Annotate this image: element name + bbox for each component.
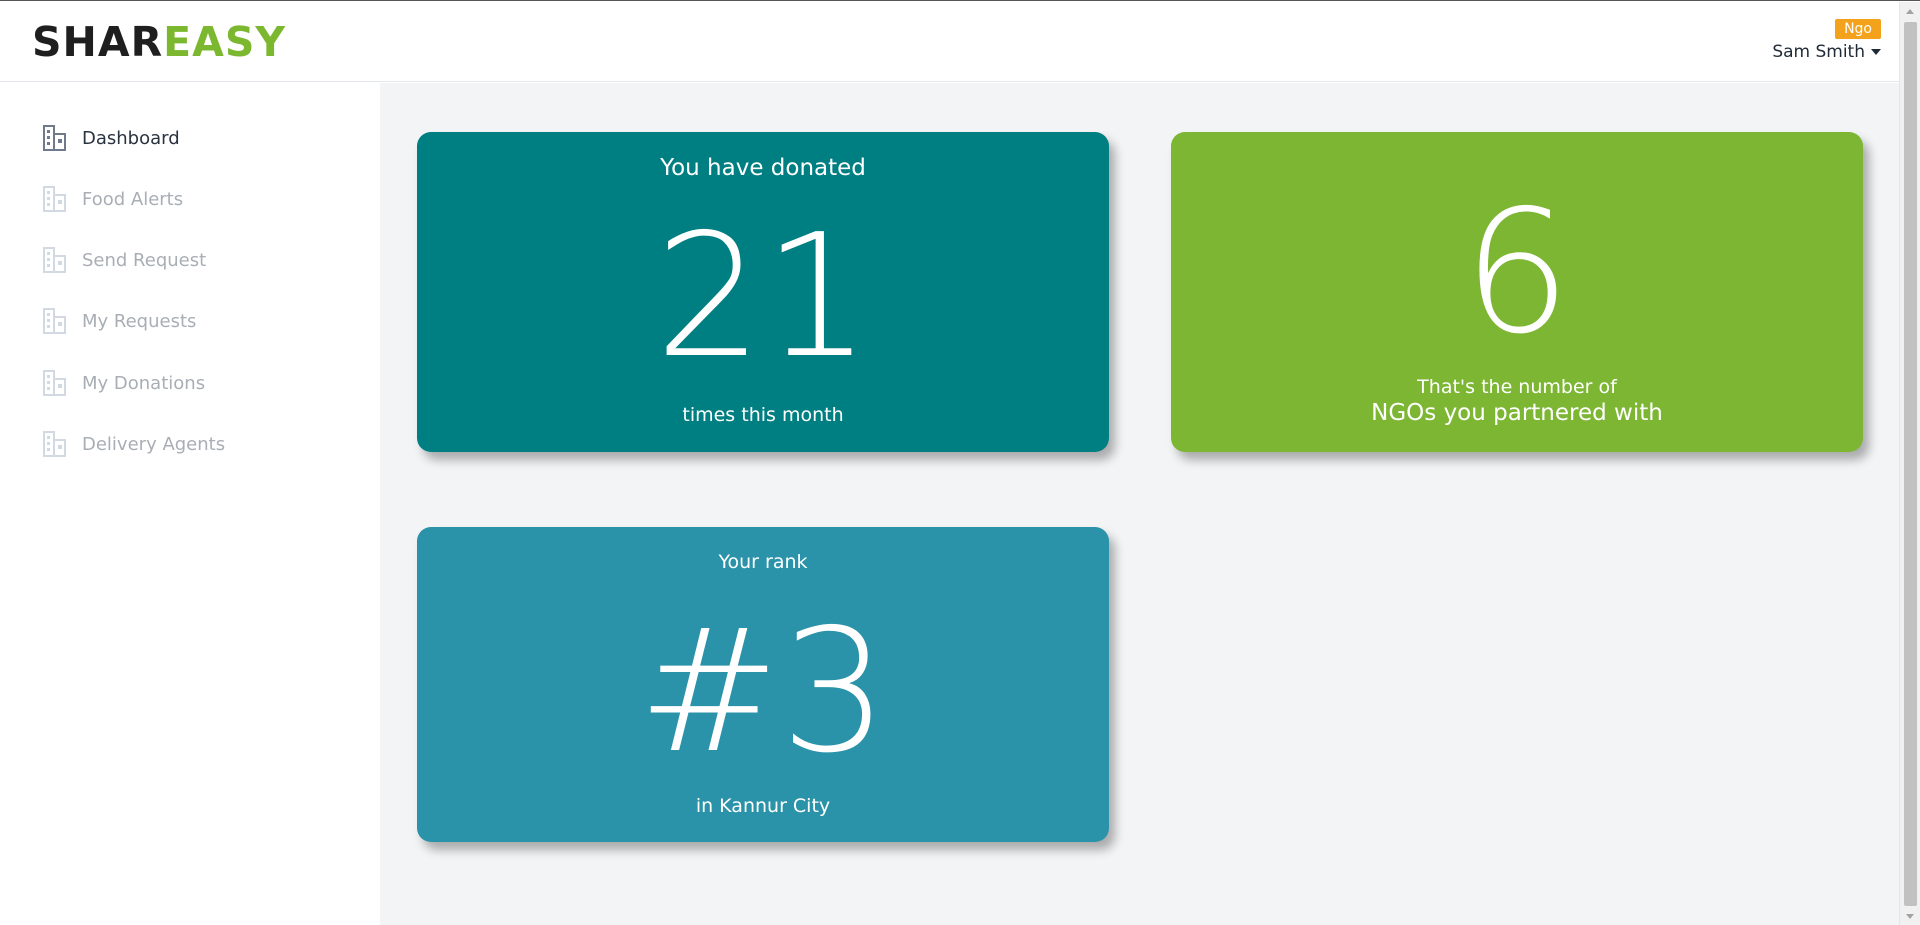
rank-value: #3: [637, 593, 889, 791]
donations-card-heading: You have donated: [660, 155, 866, 181]
vertical-scrollbar[interactable]: [1899, 2, 1920, 925]
rank-card-caption: in Kannur City: [695, 795, 831, 817]
user-menu-toggle[interactable]: Sam Smith: [1772, 42, 1881, 62]
donations-card: You have donated 21 times this month: [417, 132, 1109, 452]
rank-card-heading: Your rank: [718, 551, 808, 573]
partners-card-caption-line1: That's the number of: [1417, 376, 1617, 398]
scroll-up-arrow-icon[interactable]: [1906, 9, 1914, 14]
brand-logo-part1: SHAR: [32, 18, 164, 66]
sidebar-item-send-request[interactable]: Send Request: [42, 244, 206, 276]
caret-down-icon: [1871, 49, 1881, 55]
user-name: Sam Smith: [1772, 42, 1865, 62]
sidebar-item-label: Dashboard: [82, 127, 180, 149]
brand-logo[interactable]: SHAREASY: [32, 18, 286, 66]
building-icon: [43, 308, 66, 334]
main-content: You have donated 21 times this month 6 T…: [380, 83, 1899, 925]
building-icon: [43, 125, 66, 151]
building-icon: [43, 431, 66, 457]
sidebar-item-food-alerts[interactable]: Food Alerts: [42, 183, 183, 215]
sidebar-item-label: Delivery Agents: [82, 433, 226, 455]
sidebar-item-label: Send Request: [82, 249, 207, 271]
top-header: SHAREASY Ngo Sam Smith: [0, 2, 1899, 82]
partners-card: 6 That's the number of NGOs you partnere…: [1171, 132, 1863, 452]
role-badge: Ngo: [1835, 19, 1881, 39]
building-icon: [43, 370, 66, 396]
user-menu: Ngo Sam Smith: [1772, 18, 1881, 62]
sidebar-item-label: My Requests: [82, 310, 197, 332]
app-window: SHAREASY Ngo Sam Smith Dashboard Food Al…: [0, 0, 1920, 925]
donations-card-caption: times this month: [682, 404, 844, 426]
partners-card-caption-line2: NGOs you partnered with: [1371, 400, 1663, 426]
sidebar-item-label: My Donations: [82, 372, 206, 394]
scroll-down-arrow-icon[interactable]: [1906, 914, 1914, 919]
sidebar-item-label: Food Alerts: [82, 188, 184, 210]
rank-card: Your rank #3 in Kannur City: [417, 527, 1109, 842]
sidebar-item-delivery-agents[interactable]: Delivery Agents: [42, 428, 225, 460]
sidebar: Dashboard Food Alerts Send Request My Re…: [0, 83, 380, 925]
sidebar-item-my-requests[interactable]: My Requests: [42, 305, 196, 337]
scrollbar-thumb[interactable]: [1904, 22, 1917, 906]
building-icon: [43, 186, 66, 212]
building-icon: [43, 247, 66, 273]
brand-logo-part2: EASY: [163, 18, 287, 66]
sidebar-item-my-donations[interactable]: My Donations: [42, 367, 205, 399]
partners-count: 6: [1462, 174, 1572, 372]
donations-count: 21: [654, 198, 872, 396]
sidebar-item-dashboard[interactable]: Dashboard: [42, 122, 180, 154]
